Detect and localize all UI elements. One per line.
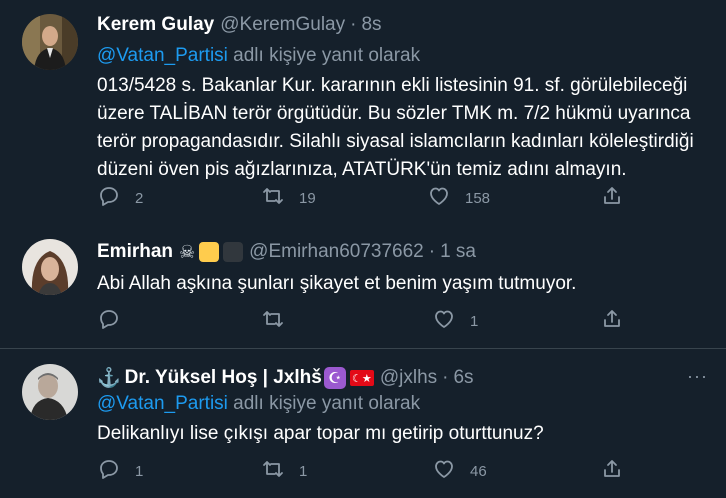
tweet-text: 013/5428 s. Bakanlar Kur. kararının ekli… <box>97 72 707 184</box>
star-and-crescent-icon: ☪ <box>323 367 346 389</box>
display-name[interactable]: Kerem Gulay <box>97 14 214 36</box>
separator-dot: · <box>350 14 357 35</box>
reply-mention-link[interactable]: @Vatan_Partisi <box>97 393 228 414</box>
share-button[interactable] <box>600 307 624 335</box>
tweet-text-line: Abi Allah aşkına şunları şikayet et beni… <box>97 273 577 294</box>
tweet-text-line: Delikanlıyı lise çıkışı apar topar mı ge… <box>97 423 544 444</box>
skull-crossbones-icon: ☠ <box>179 241 196 262</box>
timestamp[interactable]: 6s <box>453 367 473 389</box>
tweet-yuksel-hos[interactable]: ⚓ Dr. Yüksel Hoş | Jxlhš ☪ ☾★ @jxlhs · 6… <box>0 349 726 498</box>
retweet-icon <box>261 307 285 335</box>
black-square-icon <box>223 242 244 262</box>
timestamp[interactable]: 1 sa <box>440 241 476 263</box>
retweet-button[interactable]: 19 <box>261 184 316 212</box>
separator-dot: · <box>428 241 436 262</box>
tweet-header: Kerem Gulay @KeremGulay · 8s <box>97 14 382 36</box>
like-button[interactable]: 1 <box>432 307 478 335</box>
share-button[interactable] <box>600 457 624 485</box>
share-icon <box>600 307 624 335</box>
share-icon <box>600 184 624 212</box>
retweet-icon <box>261 184 285 212</box>
heart-icon <box>427 184 451 212</box>
like-count: 46 <box>470 462 487 480</box>
reply-icon <box>97 307 121 335</box>
tweet-text-line: 013/5428 s. Bakanlar Kur. kararının ekli… <box>97 75 688 96</box>
tweet-text-line: düzeni öven pis ağızlarınıza, ATATÜRK'ün… <box>97 159 627 180</box>
reply-button[interactable] <box>97 307 121 335</box>
reply-context: @Vatan_Partisi adlı kişiye yanıt olarak <box>97 45 420 67</box>
yellow-square-icon <box>199 242 220 262</box>
share-button[interactable] <box>600 184 624 212</box>
retweet-icon <box>261 457 285 485</box>
anchor-icon: ⚓ <box>97 368 121 389</box>
tweet-header: Emirhan ☠ @Emirhan60737662 · 1 sa <box>97 241 476 263</box>
share-icon <box>600 457 624 485</box>
tweet-actions: 1 1 46 <box>97 457 637 487</box>
reply-context-text: adlı kişiye yanıt olarak <box>227 393 421 414</box>
tweet-text-line: terör propagandasıdır. Silahlı siyasal i… <box>97 131 694 152</box>
tweet-text: Delikanlıyı lise çıkışı apar topar mı ge… <box>97 420 707 448</box>
retweet-button[interactable] <box>261 307 285 335</box>
tweet-text-line: üzere TALİBAN terör örgütüdür. Bu sözler… <box>97 103 691 124</box>
user-handle[interactable]: @KeremGulay <box>220 14 345 36</box>
user-handle[interactable]: @jxlhs <box>380 367 437 389</box>
turkey-flag-icon: ☾★ <box>349 370 374 386</box>
retweet-button[interactable]: 1 <box>261 457 307 485</box>
reply-context: @Vatan_Partisi adlı kişiye yanıt olarak <box>97 393 420 415</box>
tweet-emirhan[interactable]: Emirhan ☠ @Emirhan60737662 · 1 sa Abi Al… <box>0 226 726 349</box>
display-name[interactable]: Emirhan <box>97 241 173 263</box>
display-name[interactable]: Dr. Yüksel Hoş | Jxlhš <box>125 367 322 389</box>
like-button[interactable]: 158 <box>427 184 490 212</box>
like-count: 1 <box>470 312 479 330</box>
tweet-actions: 2 19 158 <box>97 184 637 214</box>
reply-count: 2 <box>135 189 144 207</box>
reply-mention-link[interactable]: @Vatan_Partisi <box>97 45 228 66</box>
reply-icon <box>97 457 121 485</box>
reply-icon <box>97 184 121 212</box>
user-handle[interactable]: @Emirhan60737662 <box>249 241 424 263</box>
tweet-kerem-gulay[interactable]: Kerem Gulay @KeremGulay · 8s @Vatan_Part… <box>0 0 726 226</box>
avatar[interactable] <box>22 364 78 420</box>
avatar[interactable] <box>22 239 78 295</box>
retweet-count: 19 <box>299 189 316 207</box>
heart-icon <box>432 307 456 335</box>
like-count: 158 <box>465 189 491 207</box>
tweet-header: ⚓ Dr. Yüksel Hoş | Jxlhš ☪ ☾★ @jxlhs · 6… <box>97 366 474 390</box>
reply-count: 1 <box>135 462 144 480</box>
timestamp[interactable]: 8s <box>361 14 381 36</box>
reply-button[interactable]: 2 <box>97 184 143 212</box>
retweet-count: 1 <box>299 462 308 480</box>
reply-context-text: adlı kişiye yanıt olarak <box>227 45 421 66</box>
more-icon[interactable]: ··· <box>687 366 708 387</box>
like-button[interactable]: 46 <box>432 457 487 485</box>
avatar[interactable] <box>22 14 78 70</box>
heart-icon <box>432 457 456 485</box>
reply-button[interactable]: 1 <box>97 457 143 485</box>
separator-dot: · <box>442 367 449 388</box>
tweet-text: Abi Allah aşkına şunları şikayet et beni… <box>97 270 707 298</box>
tweet-actions: 1 <box>97 307 637 337</box>
